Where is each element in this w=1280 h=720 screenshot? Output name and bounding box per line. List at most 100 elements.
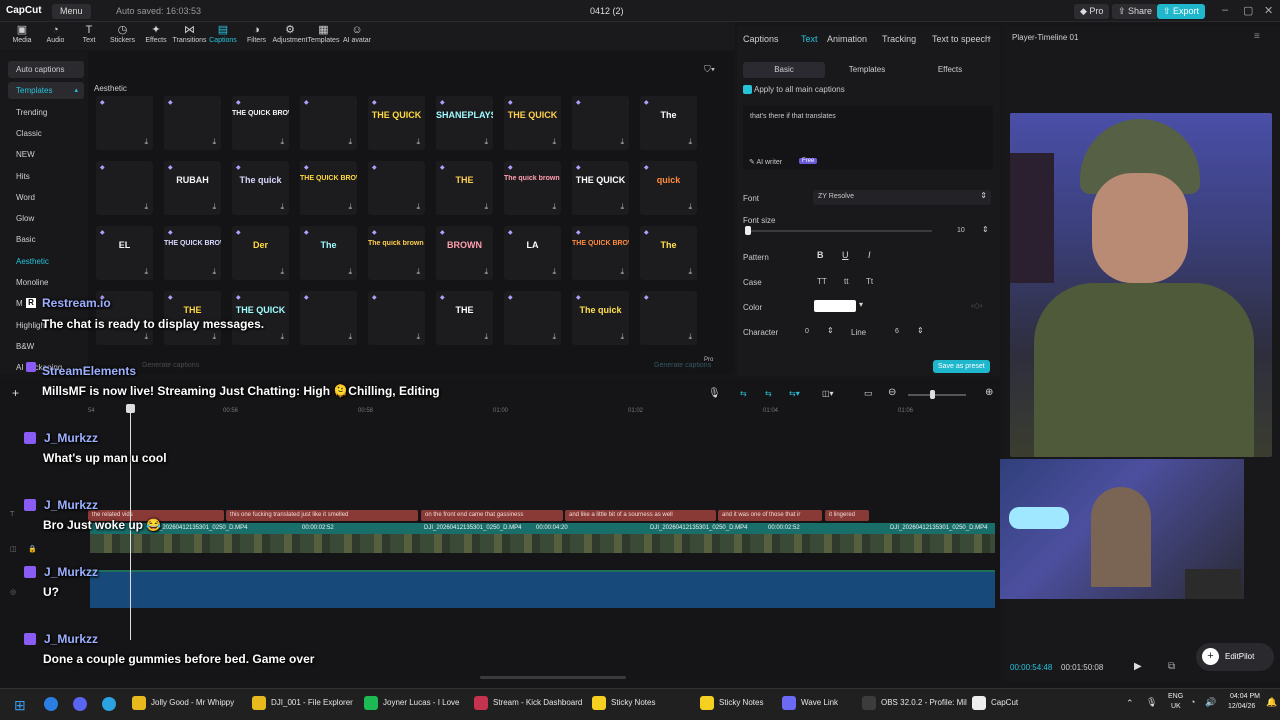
download-icon[interactable]: ⤓ bbox=[144, 267, 148, 277]
timeline-scrollbar[interactable] bbox=[480, 676, 626, 679]
caption-template-tile[interactable]: ◆ ⤓ bbox=[368, 161, 425, 215]
edge-icon[interactable] bbox=[44, 697, 58, 711]
caption-template-tile[interactable]: ◆ SHANEPLAYS ⤓ bbox=[436, 96, 493, 150]
color-swatch[interactable] bbox=[814, 300, 856, 312]
caption-template-tile[interactable]: ◆ The quick ⤓ bbox=[572, 291, 629, 345]
caption-template-tile[interactable]: ◆ THE QUICK BROWN FOX ⤓ bbox=[300, 161, 357, 215]
caption-template-tile[interactable]: ◆ THE QUICK BROWN FOX ⤓ bbox=[572, 226, 629, 280]
taskbar-app[interactable]: Stream - Kick Dashboard bbox=[474, 696, 582, 710]
playhead-handle[interactable] bbox=[126, 404, 135, 413]
add-icon[interactable]: + bbox=[12, 386, 19, 400]
download-icon[interactable]: ⤓ bbox=[416, 267, 420, 277]
toolbar-stickers[interactable]: ◷ Stickers bbox=[105, 24, 141, 44]
caption-template-tile[interactable]: ◆ quick ⤓ bbox=[640, 161, 697, 215]
tabs-scroll-right-icon[interactable]: › bbox=[988, 32, 991, 42]
toolbar-effects[interactable]: ✦ Effects bbox=[138, 24, 174, 44]
filter-icon[interactable]: ⛉▾ bbox=[704, 64, 715, 75]
minimize-icon[interactable]: – bbox=[1222, 4, 1228, 16]
zoom-out-icon[interactable]: ⊖ bbox=[888, 387, 896, 398]
play-icon[interactable]: ▶ bbox=[1134, 661, 1142, 672]
stepper-icon[interactable]: ⇕ bbox=[827, 326, 834, 335]
menu-button[interactable]: Menu bbox=[52, 4, 91, 19]
category-aesthetic[interactable]: Aesthetic bbox=[8, 253, 84, 270]
keyboard-layout[interactable]: UK bbox=[1171, 703, 1181, 710]
download-icon[interactable]: ⤓ bbox=[620, 332, 624, 342]
taskbar-app[interactable]: Sticky Notes bbox=[700, 696, 763, 710]
preview-video[interactable] bbox=[1010, 113, 1272, 457]
category-auto-captions[interactable]: Auto captions bbox=[8, 61, 84, 78]
download-icon[interactable]: ⤓ bbox=[348, 267, 352, 277]
toolbar-filters[interactable]: ◑ Filters bbox=[239, 24, 275, 44]
category-trending[interactable]: Trending bbox=[8, 104, 84, 121]
download-icon[interactable]: ⤓ bbox=[484, 267, 488, 277]
subtab-effects[interactable]: Effects bbox=[909, 62, 991, 78]
case-upper-option[interactable]: TT bbox=[817, 277, 827, 286]
category-new[interactable]: NEW bbox=[8, 146, 84, 163]
wifi-icon[interactable]: ◔ bbox=[1190, 697, 1195, 707]
subtab-basic[interactable]: Basic bbox=[743, 62, 825, 78]
category-word[interactable]: Word bbox=[8, 189, 84, 206]
download-icon[interactable]: ⤓ bbox=[552, 137, 556, 147]
notification-icon[interactable]: 🔔 bbox=[1266, 697, 1277, 708]
caption-template-tile[interactable]: ◆ The quick ⤓ bbox=[232, 161, 289, 215]
toolbar-captions[interactable]: ▤ Captions bbox=[205, 24, 241, 44]
link-icon[interactable]: ⇆ bbox=[740, 389, 747, 398]
caption-clip[interactable]: it lingered bbox=[825, 510, 869, 521]
download-icon[interactable]: ⤓ bbox=[212, 137, 216, 147]
download-icon[interactable]: ⤓ bbox=[688, 332, 692, 342]
taskbar-app[interactable]: Joyner Lucas - I Love bbox=[364, 696, 459, 710]
taskbar-app[interactable]: DJI_001 - File Explorer bbox=[252, 696, 353, 710]
download-icon[interactable]: ⤓ bbox=[552, 267, 556, 277]
download-icon[interactable]: ⤓ bbox=[484, 332, 488, 342]
language-indicator[interactable]: ENG bbox=[1168, 693, 1183, 700]
download-icon[interactable]: ⤓ bbox=[348, 332, 352, 342]
split-icon[interactable]: ◫▾ bbox=[822, 389, 834, 398]
caption-clip[interactable]: on the front end came that gassiness bbox=[421, 510, 563, 521]
cover-icon[interactable]: ◫ bbox=[10, 545, 17, 553]
line-spacing-value[interactable]: 6 bbox=[895, 328, 899, 335]
caption-template-tile[interactable]: ◆ ⤓ bbox=[572, 96, 629, 150]
download-icon[interactable]: ⤓ bbox=[688, 137, 692, 147]
font-size-value[interactable]: 10 bbox=[957, 227, 965, 234]
caption-template-tile[interactable]: ◆ The quick brown fox ⤓ bbox=[368, 226, 425, 280]
download-icon[interactable]: ⤓ bbox=[484, 137, 488, 147]
underline-icon[interactable]: U bbox=[842, 250, 849, 260]
download-icon[interactable]: ⤓ bbox=[280, 267, 284, 277]
save-preset-button[interactable]: Save as preset bbox=[933, 360, 990, 373]
tab-animation[interactable]: Animation bbox=[827, 34, 867, 44]
generate-captions-link[interactable]: Generate captions bbox=[142, 362, 199, 369]
menu-icon[interactable]: ≡ bbox=[1254, 31, 1260, 42]
microphone-icon[interactable]: 🎙 bbox=[708, 388, 721, 399]
toolbar-ai-avatar[interactable]: ☺ AI avatar bbox=[339, 24, 375, 44]
taskbar-app[interactable]: OBS 32.0.2 - Profile: Mil bbox=[862, 696, 967, 710]
download-icon[interactable]: ⤓ bbox=[144, 202, 148, 212]
font-size-slider[interactable] bbox=[747, 230, 932, 232]
download-icon[interactable]: ⤓ bbox=[212, 332, 216, 342]
caption-template-tile[interactable]: ◆ ⤓ bbox=[640, 291, 697, 345]
caption-template-tile[interactable]: ◆ ⤓ bbox=[164, 96, 221, 150]
keyframe-icon[interactable]: ‹◇› bbox=[971, 301, 982, 310]
zoom-in-icon[interactable]: ⊕ bbox=[985, 387, 993, 398]
download-icon[interactable]: ⤓ bbox=[280, 137, 284, 147]
generate-captions-button[interactable]: Generate captions bbox=[654, 362, 711, 369]
download-icon[interactable]: ⤓ bbox=[620, 267, 624, 277]
subtab-templates[interactable]: Templates bbox=[826, 62, 908, 78]
caption-template-tile[interactable]: ◆ ⤓ bbox=[96, 96, 153, 150]
telegram-icon[interactable] bbox=[102, 697, 116, 711]
export-button[interactable]: ⇧ Export bbox=[1157, 4, 1206, 19]
case-lower-option[interactable]: tt bbox=[844, 277, 848, 286]
caption-template-tile[interactable]: ◆ LA ⤓ bbox=[504, 226, 561, 280]
download-icon[interactable]: ⤓ bbox=[620, 202, 624, 212]
download-icon[interactable]: ⤓ bbox=[212, 202, 216, 212]
category-glow[interactable]: Glow bbox=[8, 210, 84, 227]
toolbar-audio[interactable]: ◔ Audio bbox=[38, 24, 74, 44]
download-icon[interactable]: ⤓ bbox=[348, 202, 352, 212]
windows-start-icon[interactable]: ⊞ bbox=[14, 697, 26, 714]
caption-template-tile[interactable]: ◆ ⤓ bbox=[504, 291, 561, 345]
category-monoline[interactable]: Monoline bbox=[8, 274, 84, 291]
tray-chevron-icon[interactable]: ⌃ bbox=[1126, 698, 1134, 709]
category-classic[interactable]: Classic bbox=[8, 125, 84, 142]
close-icon[interactable]: ✕ bbox=[1264, 4, 1273, 17]
toolbar-adjustment[interactable]: ⚙ Adjustment bbox=[272, 24, 308, 44]
category-basic[interactable]: Basic bbox=[8, 231, 84, 248]
